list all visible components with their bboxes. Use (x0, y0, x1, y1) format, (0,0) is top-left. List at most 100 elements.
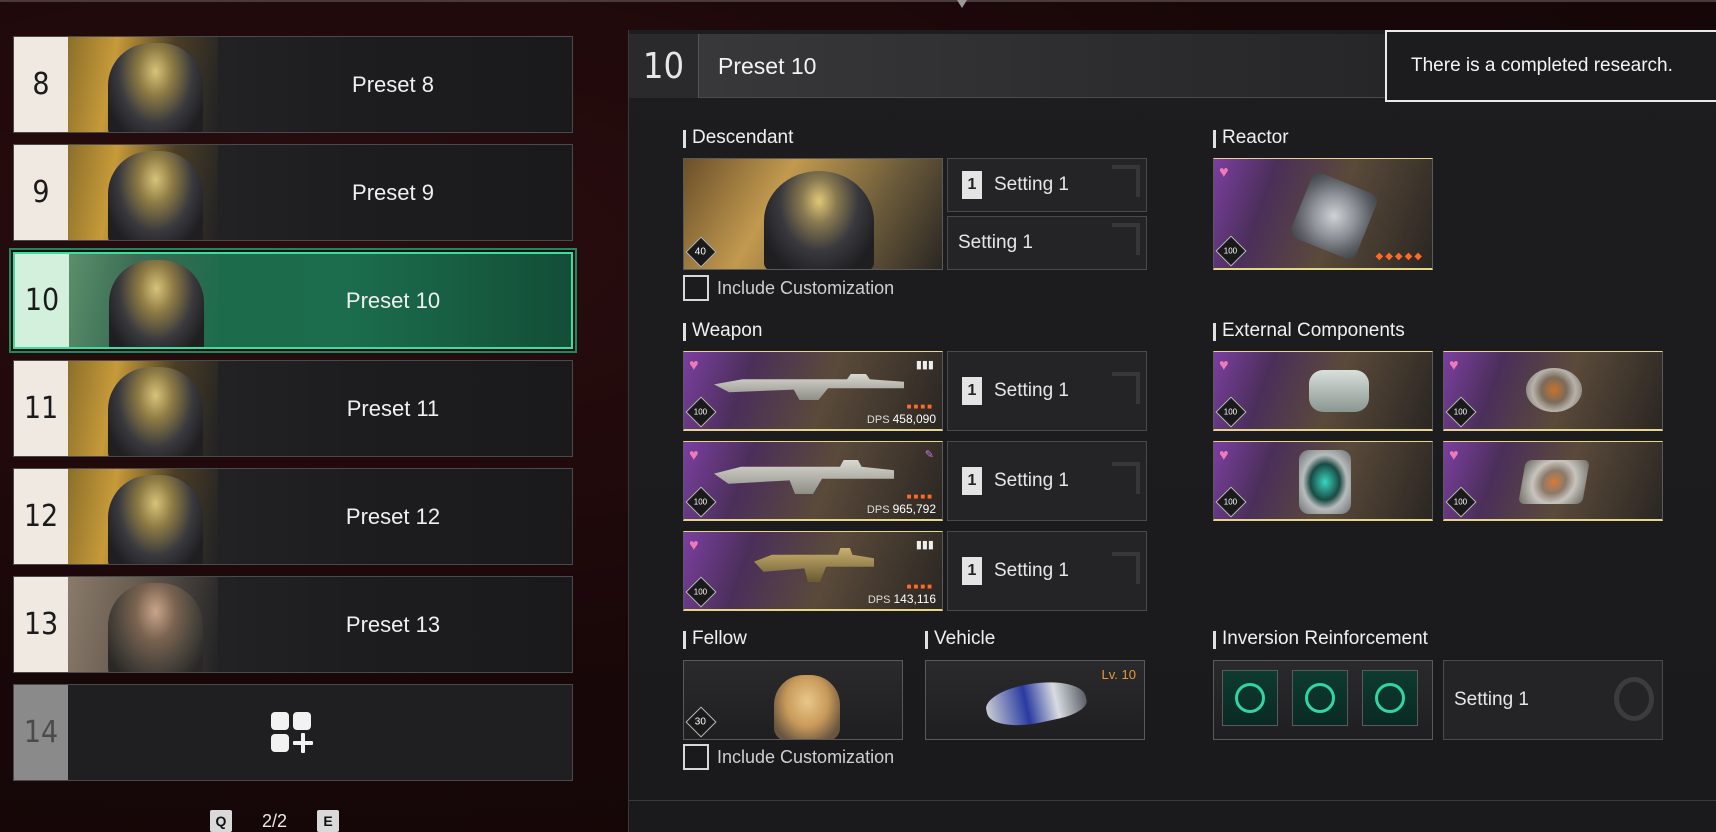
setting-bg-icon (1112, 462, 1140, 494)
include-customization-label: Include Customization (717, 746, 895, 767)
favorite-heart-icon: ♥ (689, 447, 699, 464)
include-customization-checkbox[interactable] (683, 275, 709, 301)
setting-label: Setting 1 (994, 380, 1069, 401)
descendant-portrait (68, 577, 218, 672)
preset-number: 11 (14, 361, 68, 456)
preset-name: Preset 10 (345, 287, 441, 313)
setting-label: Setting 1 (958, 232, 1033, 253)
preset-row-10[interactable]: 10 Preset 10 (9, 248, 577, 353)
descendant-portrait (68, 37, 218, 132)
preset-row-11[interactable]: 11 Preset 11 (13, 360, 573, 457)
preset-number: 12 (14, 469, 68, 564)
preset-row-14-add[interactable]: 14 (13, 684, 573, 781)
favorite-heart-icon: ♥ (1219, 447, 1229, 464)
slot-number-icon: 1 (962, 171, 982, 199)
weapon-setting-2[interactable]: 1 Setting 1 (947, 441, 1147, 521)
weapon-setting-1[interactable]: 1 Setting 1 (947, 351, 1147, 431)
fellow-label: Fellow (683, 628, 747, 650)
descendant-portrait (68, 361, 218, 456)
component-level-badge: 100 (1445, 486, 1477, 518)
favorite-heart-icon: ♥ (1219, 357, 1229, 374)
weapon-rarity-stars: ■■■■ (906, 582, 934, 591)
setting-bg-icon (1614, 677, 1654, 721)
descendant-setting-a[interactable]: 1 Setting 1 (947, 158, 1147, 212)
weapon-rarity-stars: ■■■■ (906, 402, 934, 411)
preset-row-13[interactable]: 13 Preset 13 (13, 576, 573, 673)
external-components-label: External Components (1213, 320, 1405, 342)
weapon-setting-3[interactable]: 1 Setting 1 (947, 531, 1147, 611)
component-level-badge: 100 (1445, 396, 1477, 428)
panel-preset-number: 10 (629, 34, 699, 98)
prev-page-key[interactable]: Q (210, 810, 232, 832)
preset-number: 13 (14, 577, 68, 672)
descendant-include-customization[interactable]: Include Customization (683, 275, 894, 301)
setting-label: Setting 1 (994, 470, 1069, 491)
slot-number-icon: 1 (962, 467, 982, 495)
reactor-rarity-stars: ◆◆◆◆◆ (1375, 251, 1424, 262)
favorite-heart-icon: ♥ (689, 357, 699, 374)
weapon-card-2[interactable]: ♥ ✎ ■■■■ DPS 965,792 100 (683, 441, 943, 521)
preset-number: 8 (14, 37, 68, 132)
component-plate-icon (1518, 460, 1590, 504)
preset-list: 8 Preset 8 9 Preset 9 10 Preset 10 11 Pr… (9, 36, 577, 792)
setting-label: Setting 1 (994, 174, 1069, 195)
component-level-badge: 100 (1215, 486, 1247, 518)
research-notification-toast[interactable]: There is a completed research. (1385, 30, 1716, 102)
inversion-slots-card[interactable] (1213, 660, 1433, 740)
preset-row-12[interactable]: 12 Preset 12 (13, 468, 573, 565)
weapon-card-3[interactable]: ♥ ▮▮▮ ■■■■ DPS 143,116 100 (683, 531, 943, 611)
inversion-slot-2-icon (1292, 670, 1348, 726)
weapon-dps: DPS 458,090 (866, 412, 936, 426)
weapon-card-1[interactable]: ♥ ▮▮▮ ■■■■ DPS 458,090 100 (683, 351, 943, 431)
inversion-setting[interactable]: Setting 1 (1443, 660, 1663, 740)
portrait-figure (108, 367, 203, 456)
weapon-level-badge: 100 (685, 486, 717, 518)
preset-name: Preset 9 (352, 179, 434, 205)
favorite-heart-icon: ♥ (1449, 447, 1459, 464)
weapon-level-badge: 100 (685, 396, 717, 428)
portrait-figure (108, 151, 203, 240)
weapon-ammo-icon: ▮▮▮ (915, 359, 934, 371)
descendant-card[interactable]: 40 (683, 158, 943, 270)
weapon-label: Weapon (683, 320, 762, 342)
slot-number-icon: 1 (962, 377, 982, 405)
preset-name: Preset 11 (346, 395, 440, 421)
weapon-image (714, 460, 894, 494)
next-page-key[interactable]: E (317, 810, 340, 832)
preset-row-9[interactable]: 9 Preset 9 (13, 144, 573, 241)
preset-detail-panel: 10 Preset 10 Descendant 40 1 Setting 1 S… (628, 30, 1716, 832)
external-component-4[interactable]: ♥ 100 (1443, 441, 1663, 521)
weapon-rarity-stars: ■■■■ (906, 492, 934, 501)
setting-label: Setting 1 (1454, 689, 1529, 710)
descendant-label: Descendant (683, 127, 793, 149)
portrait-figure (108, 43, 203, 132)
fellow-card[interactable]: 30 (683, 660, 903, 740)
portrait-figure (109, 260, 204, 347)
component-level-badge: 100 (1215, 396, 1247, 428)
descendant-portrait (68, 145, 218, 240)
external-component-3[interactable]: ♥ 100 (1213, 441, 1433, 521)
include-customization-label: Include Customization (717, 277, 895, 298)
component-core-icon (1299, 450, 1351, 514)
vehicle-label: Vehicle (925, 628, 995, 650)
include-customization-checkbox[interactable] (683, 744, 709, 770)
external-component-2[interactable]: ♥ 100 (1443, 351, 1663, 431)
favorite-heart-icon: ♥ (1449, 357, 1459, 374)
reactor-label: Reactor (1213, 127, 1289, 149)
external-component-1[interactable]: ♥ 100 (1213, 351, 1433, 431)
setting-bg-icon (1112, 372, 1140, 404)
preset-number: 10 (15, 254, 69, 347)
vehicle-card[interactable]: Lv. 10 (925, 660, 1145, 740)
inversion-reinforcement-label: Inversion Reinforcement (1213, 628, 1428, 650)
preset-number: 9 (14, 145, 68, 240)
add-preset-icon (271, 712, 313, 754)
reactor-card[interactable]: ♥ ◆◆◆◆◆ 100 (1213, 158, 1433, 270)
portrait-figure (108, 583, 203, 672)
setting-bg-icon (1112, 223, 1140, 255)
preset-row-8[interactable]: 8 Preset 8 (13, 36, 573, 133)
pager: Q 2/2 E (210, 810, 340, 832)
portrait-figure (108, 475, 203, 564)
descendant-setting-b[interactable]: Setting 1 (947, 216, 1147, 270)
panel-preset-title[interactable]: Preset 10 (718, 34, 816, 98)
fellow-include-customization[interactable]: Include Customization (683, 744, 894, 770)
